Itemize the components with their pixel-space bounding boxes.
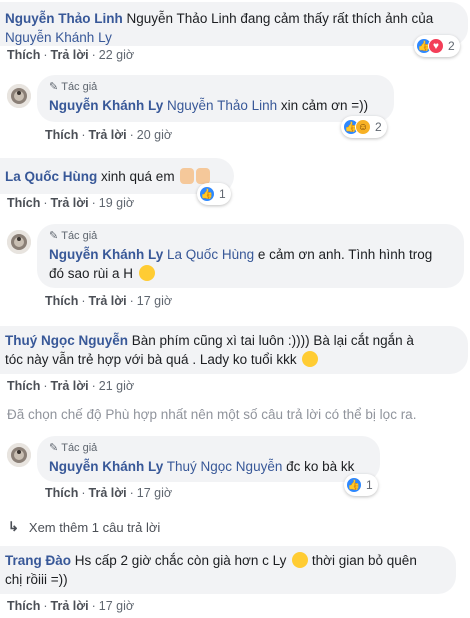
comment-bubble: Thuý Ngọc Nguyễn Bàn phím cũng xì tai lu…	[0, 326, 468, 374]
comment-text: Bàn phím cũng xì tai luôn :)))) Bà lại c…	[131, 333, 414, 348]
reply-link[interactable]: Trả lời	[51, 48, 89, 62]
comment-author[interactable]: Nguyễn Khánh Ly	[49, 459, 163, 474]
avatar[interactable]	[7, 230, 31, 254]
comment-bubble: Nguyễn Thảo Linh Nguyễn Thảo Linh đang c…	[0, 2, 468, 46]
comment-actions: Thích · Trả lời · 22 giờ	[7, 48, 135, 62]
reply-link[interactable]: Trả lời	[89, 128, 127, 142]
comment-time[interactable]: 17 giờ	[137, 294, 172, 308]
author-tag: ✎ Tác giả	[49, 230, 98, 242]
comment-author[interactable]: Trang Đào	[5, 553, 71, 568]
comment-text: xinh quá em	[101, 169, 175, 184]
reaction-count: 1	[366, 478, 373, 492]
reply-arrow-icon: ↳	[8, 519, 19, 534]
reaction-count: 2	[375, 120, 382, 134]
reply-link[interactable]: Trả lời	[51, 196, 89, 210]
reaction-summary[interactable]: 👍 1	[344, 474, 378, 496]
pencil-icon: ✎	[49, 81, 59, 93]
comment-time[interactable]: 19 giờ	[99, 196, 134, 210]
comment-mention[interactable]: Nguyễn Khánh Ly	[5, 30, 112, 45]
comment-mention[interactable]: La Quốc Hùng	[167, 247, 254, 262]
comment-bubble: ✎ Tác giả Nguyễn Khánh Ly La Quốc Hùng e …	[37, 224, 464, 288]
like-link[interactable]: Thích	[7, 196, 40, 210]
like-icon: 👍	[346, 477, 362, 493]
comment-actions: Thích · Trả lời · 17 giờ	[45, 294, 173, 308]
reaction-count: 1	[219, 187, 226, 201]
comment-time[interactable]: 17 giờ	[99, 599, 134, 613]
reaction-summary[interactable]: 👍 ♥ 2	[414, 35, 460, 57]
grin-emoji	[292, 552, 309, 568]
author-tag: ✎ Tác giả	[49, 442, 98, 454]
like-link[interactable]: Thích	[7, 48, 40, 62]
author-tag: ✎ Tác giả	[49, 81, 98, 93]
comment-bubble: Trang Đào Hs cấp 2 giờ chắc còn già hơn …	[0, 546, 456, 594]
thumbs-up-emoji	[180, 168, 195, 184]
comment-author[interactable]: Nguyễn Khánh Ly	[49, 98, 163, 113]
comment-author[interactable]: La Quốc Hùng	[5, 169, 97, 184]
thumbs-up-emoji	[196, 168, 211, 184]
reaction-summary[interactable]: 👍 1	[197, 183, 231, 205]
view-more-label: Xem thêm 1 câu trả lời	[28, 519, 161, 535]
reply-link[interactable]: Trả lời	[51, 379, 89, 393]
comment-bubble: ✎ Tác giả Nguyễn Khánh Ly Nguyễn Thảo Lin…	[37, 75, 394, 122]
comment-text: e cảm ơn anh. Tình hình trog	[257, 247, 433, 262]
comment-author[interactable]: Thuý Ngọc Nguyễn	[5, 333, 128, 348]
comment-time[interactable]: 21 giờ	[99, 379, 134, 393]
comment-text: Nguyễn Thảo Linh đang cảm thấy rất thích…	[126, 11, 434, 26]
like-icon: 👍	[199, 186, 215, 202]
reply-link[interactable]: Trả lời	[89, 294, 127, 308]
comment-actions: Thích · Trả lời · 17 giờ	[45, 486, 173, 500]
comment-time[interactable]: 22 giờ	[99, 48, 134, 62]
like-link[interactable]: Thích	[45, 486, 78, 500]
comment-actions: Thích · Trả lời · 19 giờ	[7, 196, 135, 210]
reply-link[interactable]: Trả lời	[89, 486, 127, 500]
heart-eyes-emoji	[138, 265, 155, 281]
comment-text: đc ko bà kk	[286, 459, 355, 474]
view-more-replies[interactable]: ↳ Xem thêm 1 câu trả lời	[8, 519, 160, 535]
comment-author[interactable]: Nguyễn Khánh Ly	[49, 247, 163, 262]
comment-actions: Thích · Trả lời · 20 giờ	[45, 128, 173, 142]
comment-time[interactable]: 20 giờ	[137, 128, 172, 142]
comment-author[interactable]: Nguyễn Thảo Linh	[5, 11, 123, 26]
like-link[interactable]: Thích	[7, 379, 40, 393]
comment-mention[interactable]: Thuý Ngọc Nguyễn	[167, 459, 283, 474]
avatar[interactable]	[7, 84, 31, 108]
love-icon: ♥	[428, 38, 444, 54]
like-link[interactable]: Thích	[45, 294, 78, 308]
comment-bubble: ✎ Tác giả Nguyễn Khánh Ly Thuý Ngọc Nguyễ…	[37, 436, 380, 482]
comment-text: tóc này vẫn trẻ hợp với bà quá . Lady ko…	[5, 352, 297, 367]
like-link[interactable]: Thích	[45, 128, 78, 142]
comment-text: thời gian bỏ quên	[311, 553, 417, 568]
comment-text: đó sao rùi a H	[49, 266, 134, 281]
like-link[interactable]: Thích	[7, 599, 40, 613]
reaction-summary[interactable]: 👍 ☺ 2	[341, 116, 387, 138]
pencil-icon: ✎	[49, 442, 59, 454]
reply-link[interactable]: Trả lời	[51, 599, 89, 613]
comment-mention[interactable]: Nguyễn Thảo Linh	[167, 98, 277, 113]
comment-text: Hs cấp 2 giờ chắc còn già hơn c Ly	[74, 553, 287, 568]
pencil-icon: ✎	[49, 230, 59, 242]
comment-text: chị rồiii =))	[5, 572, 68, 587]
filter-notice: Đã chọn chế độ Phù hợp nhất nên một số c…	[7, 407, 417, 422]
comment-actions: Thích · Trả lời · 17 giờ	[7, 599, 135, 613]
heart-eyes-emoji	[302, 351, 319, 367]
avatar[interactable]	[7, 443, 31, 467]
comment-actions: Thích · Trả lời · 21 giờ	[7, 379, 135, 393]
comment-time[interactable]: 17 giờ	[137, 486, 172, 500]
reaction-count: 2	[448, 39, 455, 53]
comment-text: xin cảm ơn =))	[280, 98, 369, 113]
haha-icon: ☺	[355, 119, 371, 135]
